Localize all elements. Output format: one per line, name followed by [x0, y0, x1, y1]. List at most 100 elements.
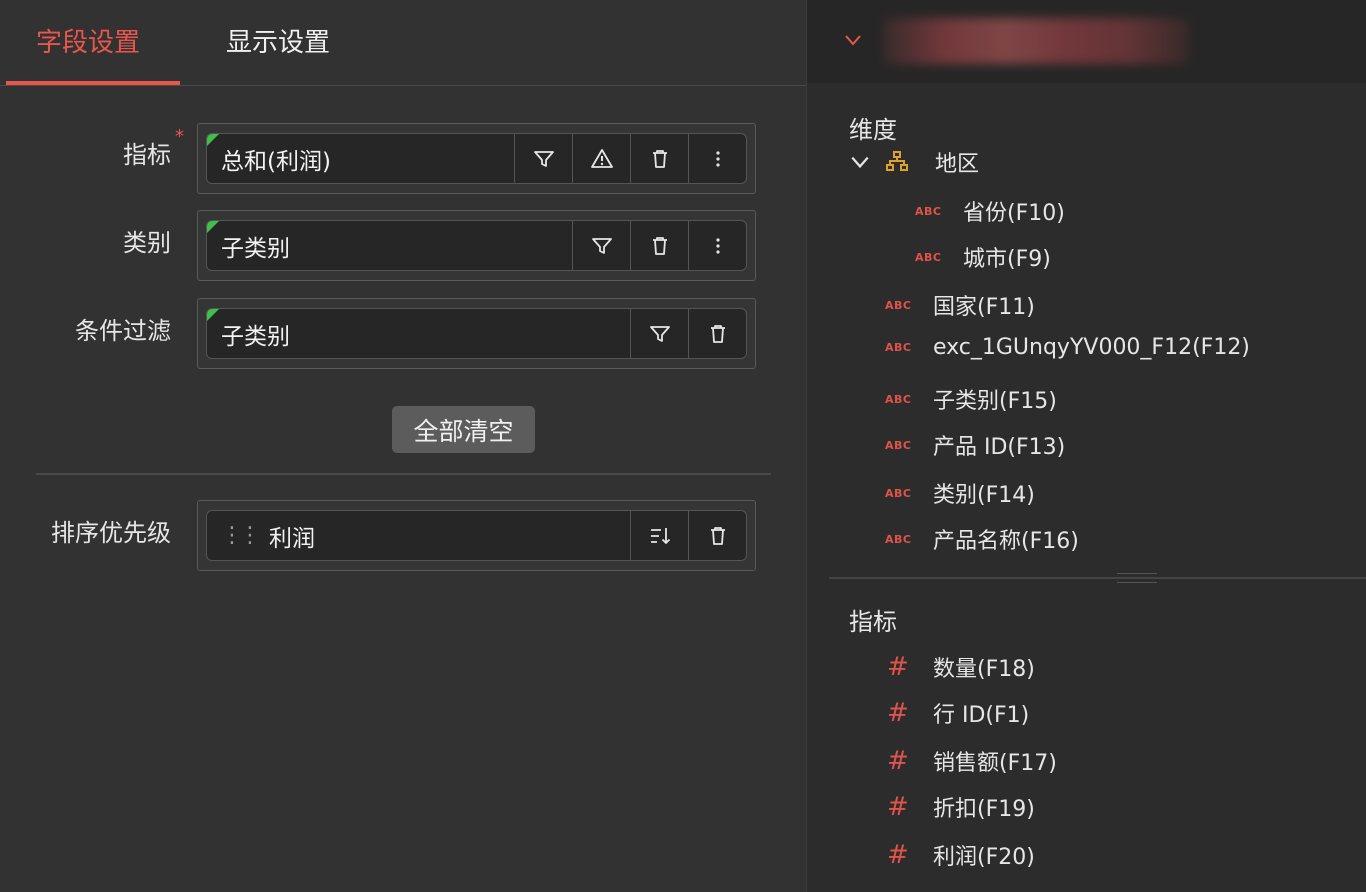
metric-field-box: 总和(利润): [197, 123, 756, 194]
filter-button[interactable]: [514, 134, 572, 183]
field-label: 子类别(F15): [933, 389, 1057, 414]
dimensions-title: 维度: [849, 116, 897, 144]
sort-field-value: 利润: [269, 525, 315, 552]
field-label: 数量(F18): [933, 657, 1035, 682]
warning-button[interactable]: [572, 134, 630, 183]
dimension-field[interactable]: ABC exc_1GUnqyYV000_F12(F12): [885, 335, 1250, 360]
more-vertical-icon: [715, 237, 720, 254]
metric-field[interactable]: 总和(利润): [206, 133, 747, 184]
more-button[interactable]: [688, 221, 746, 270]
measure-field[interactable]: # 销售额(F17): [887, 745, 1057, 777]
warning-icon: [590, 148, 613, 168]
trash-icon: [710, 526, 725, 545]
metric-label: 指标: [123, 141, 171, 169]
dimension-field[interactable]: ABC 产品名称(F16): [885, 523, 1079, 555]
chevron-down-icon[interactable]: [843, 30, 863, 50]
data-fields-panel: 维度 地区 ABC 省份(F10) ABC 城市(F9) ABC 国家(F11)…: [806, 0, 1366, 892]
field-flag-icon: [207, 309, 219, 321]
tab-display-settings[interactable]: 显示设置: [226, 22, 330, 59]
number-type-icon: #: [887, 652, 909, 682]
hierarchy-label: 地区: [935, 152, 980, 177]
filter-field-box: 子类别: [197, 298, 756, 369]
field-label: exc_1GUnqyYV000_F12(F12): [933, 335, 1250, 360]
metric-field-value: 总和(利润): [221, 148, 331, 175]
measure-field[interactable]: # 数量(F18): [887, 651, 1035, 683]
text-type-icon: ABC: [885, 341, 912, 354]
number-type-icon: #: [887, 698, 909, 728]
measure-field[interactable]: # 利润(F20): [887, 839, 1035, 871]
dataset-name-redacted: [883, 18, 1189, 64]
delete-button[interactable]: [688, 309, 746, 358]
drag-handle-icon[interactable]: ⋮⋮: [221, 523, 261, 548]
field-label: 国家(F11): [933, 295, 1035, 320]
section-divider: [36, 473, 771, 475]
filter-icon: [649, 325, 670, 342]
field-flag-icon: [207, 221, 219, 233]
filter-button[interactable]: [630, 309, 688, 358]
number-type-icon: #: [887, 840, 909, 870]
trash-icon: [652, 149, 667, 168]
field-settings-panel: 字段设置 显示设置 指标 * 总和(利润) 类别 子类别 条件过滤 子类别 全部…: [0, 0, 806, 892]
delete-button[interactable]: [630, 134, 688, 183]
sort-descending-icon: [650, 527, 670, 544]
field-label: 产品名称(F16): [933, 529, 1079, 554]
dimension-field[interactable]: ABC 类别(F14): [885, 477, 1035, 509]
field-label: 折扣(F19): [933, 797, 1035, 822]
field-label: 利润(F20): [933, 845, 1035, 870]
more-button[interactable]: [688, 134, 746, 183]
hierarchy-region[interactable]: 地区: [849, 146, 979, 178]
filter-icon: [533, 150, 554, 167]
tab-field-settings[interactable]: 字段设置: [36, 22, 140, 59]
sort-field-value-wrap: ⋮⋮ 利润: [207, 511, 630, 560]
field-label: 销售额(F17): [933, 751, 1057, 776]
text-type-icon: ABC: [885, 438, 912, 452]
text-type-icon: ABC: [885, 298, 912, 312]
measures-title: 指标: [849, 608, 897, 636]
dataset-header[interactable]: [807, 0, 1366, 83]
filter-icon: [591, 237, 612, 254]
filter-button[interactable]: [572, 221, 630, 270]
text-type-icon: ABC: [885, 532, 912, 546]
measure-field[interactable]: # 折扣(F19): [887, 791, 1035, 823]
delete-button[interactable]: [630, 221, 688, 270]
text-type-icon: ABC: [885, 486, 912, 500]
field-label: 类别(F14): [933, 483, 1035, 508]
text-type-icon: ABC: [915, 204, 942, 218]
dimension-field[interactable]: ABC 产品 ID(F13): [885, 429, 1065, 461]
dimension-field[interactable]: ABC 国家(F11): [885, 289, 1035, 321]
category-field-box: 子类别: [197, 210, 756, 281]
more-vertical-icon: [715, 150, 720, 167]
filter-field-value-wrap: 子类别: [207, 309, 630, 358]
field-label: 行 ID(F1): [933, 703, 1030, 728]
tab-bar: 字段设置 显示设置: [0, 0, 806, 86]
field-label: 产品 ID(F13): [933, 435, 1066, 460]
measure-field[interactable]: # 行 ID(F1): [887, 697, 1029, 729]
number-type-icon: #: [887, 746, 909, 776]
sort-field-box: ⋮⋮ 利润: [197, 500, 756, 571]
required-mark: *: [175, 126, 184, 147]
field-flag-icon: [207, 134, 219, 146]
sort-field[interactable]: ⋮⋮ 利润: [206, 510, 747, 561]
chevron-down-icon[interactable]: [849, 151, 871, 173]
trash-icon: [652, 236, 667, 255]
clear-all-button[interactable]: 全部清空: [392, 406, 535, 453]
active-tab-indicator: [6, 81, 180, 85]
category-label: 类别: [123, 229, 171, 257]
category-field-value-wrap: 子类别: [207, 221, 572, 270]
dimension-field[interactable]: ABC 城市(F9): [915, 241, 1051, 273]
dimension-field[interactable]: ABC 子类别(F15): [885, 383, 1057, 415]
filter-field-value: 子类别: [221, 323, 290, 350]
trash-icon: [710, 324, 725, 343]
section-divider: [829, 577, 1366, 579]
delete-button[interactable]: [688, 511, 746, 560]
sort-order-button[interactable]: [630, 511, 688, 560]
hierarchy-icon: [886, 151, 908, 171]
text-type-icon: ABC: [915, 250, 942, 264]
number-type-icon: #: [887, 792, 909, 822]
dimension-field[interactable]: ABC 省份(F10): [915, 195, 1065, 227]
text-type-icon: ABC: [885, 392, 912, 406]
filter-field[interactable]: 子类别: [206, 308, 747, 359]
field-label: 省份(F10): [963, 201, 1065, 226]
resize-handle[interactable]: [1117, 573, 1157, 583]
category-field[interactable]: 子类别: [206, 220, 747, 271]
